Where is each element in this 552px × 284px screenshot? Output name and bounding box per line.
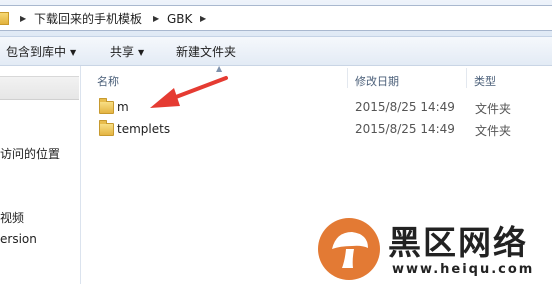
dropdown-arrow-icon: ▼ — [138, 48, 145, 57]
nav-item-recent-places[interactable]: 访问的位置 — [0, 145, 60, 162]
file-type: 文件夹 — [475, 102, 512, 116]
column-divider[interactable] — [466, 68, 467, 88]
sort-ascending-icon: ▲ — [216, 64, 223, 73]
include-in-library-label: 包含到库中 — [6, 45, 67, 59]
mushroom-logo-icon — [318, 218, 380, 280]
new-folder-button[interactable]: 新建文件夹 — [176, 44, 236, 60]
folder-icon — [0, 12, 9, 25]
share-label: 共享 — [110, 45, 135, 59]
share-button[interactable]: 共享 ▼ — [110, 44, 144, 60]
watermark-title: 黑区网络 — [388, 223, 528, 262]
folder-icon — [99, 98, 114, 114]
watermark: 黑区网络 www.heiqu.com — [318, 216, 552, 284]
file-row[interactable]: m 2015/8/25 14:49 文件夹 — [97, 98, 552, 118]
chevron-right-icon[interactable]: ▶ — [153, 11, 159, 27]
arrow-shaft — [166, 76, 228, 102]
file-type: 文件夹 — [475, 124, 512, 138]
file-row[interactable]: templets 2015/8/25 14:49 文件夹 — [97, 120, 552, 140]
column-divider[interactable] — [347, 68, 348, 88]
breadcrumb-item[interactable]: 下载回来的手机模板 — [34, 11, 142, 27]
file-date: 2015/8/25 14:49 — [355, 122, 455, 136]
column-header-date-modified[interactable]: 修改日期 — [355, 73, 399, 89]
watermark-url: www.heiqu.com — [392, 262, 535, 277]
address-box[interactable]: ▶ 下载回来的手机模板 ▶ GBK ▶ — [0, 5, 552, 31]
dropdown-arrow-icon: ▼ — [70, 48, 77, 57]
mushroom-icon — [332, 232, 368, 268]
nav-item-videos[interactable]: 视频 — [0, 209, 24, 226]
folder-icon — [99, 120, 114, 136]
column-header-type[interactable]: 类型 — [474, 73, 496, 89]
nav-item-version[interactable]: ersion — [0, 232, 37, 246]
file-name: m — [117, 100, 129, 114]
address-bar: ▶ 下载回来的手机模板 ▶ GBK ▶ — [0, 0, 552, 37]
include-in-library-button[interactable]: 包含到库中 ▼ — [6, 44, 76, 60]
column-header-name[interactable]: 名称 — [97, 73, 119, 89]
navigation-pane: 访问的位置 视频 ersion — [0, 66, 81, 284]
chevron-right-icon[interactable]: ▶ — [20, 11, 26, 27]
command-toolbar: 包含到库中 ▼ 共享 ▼ 新建文件夹 — [0, 37, 552, 66]
breadcrumb-item[interactable]: GBK — [167, 11, 192, 27]
chevron-right-icon[interactable]: ▶ — [200, 11, 206, 27]
file-name: templets — [117, 122, 171, 136]
nav-selected-item[interactable] — [0, 76, 79, 100]
file-date: 2015/8/25 14:49 — [355, 100, 455, 114]
